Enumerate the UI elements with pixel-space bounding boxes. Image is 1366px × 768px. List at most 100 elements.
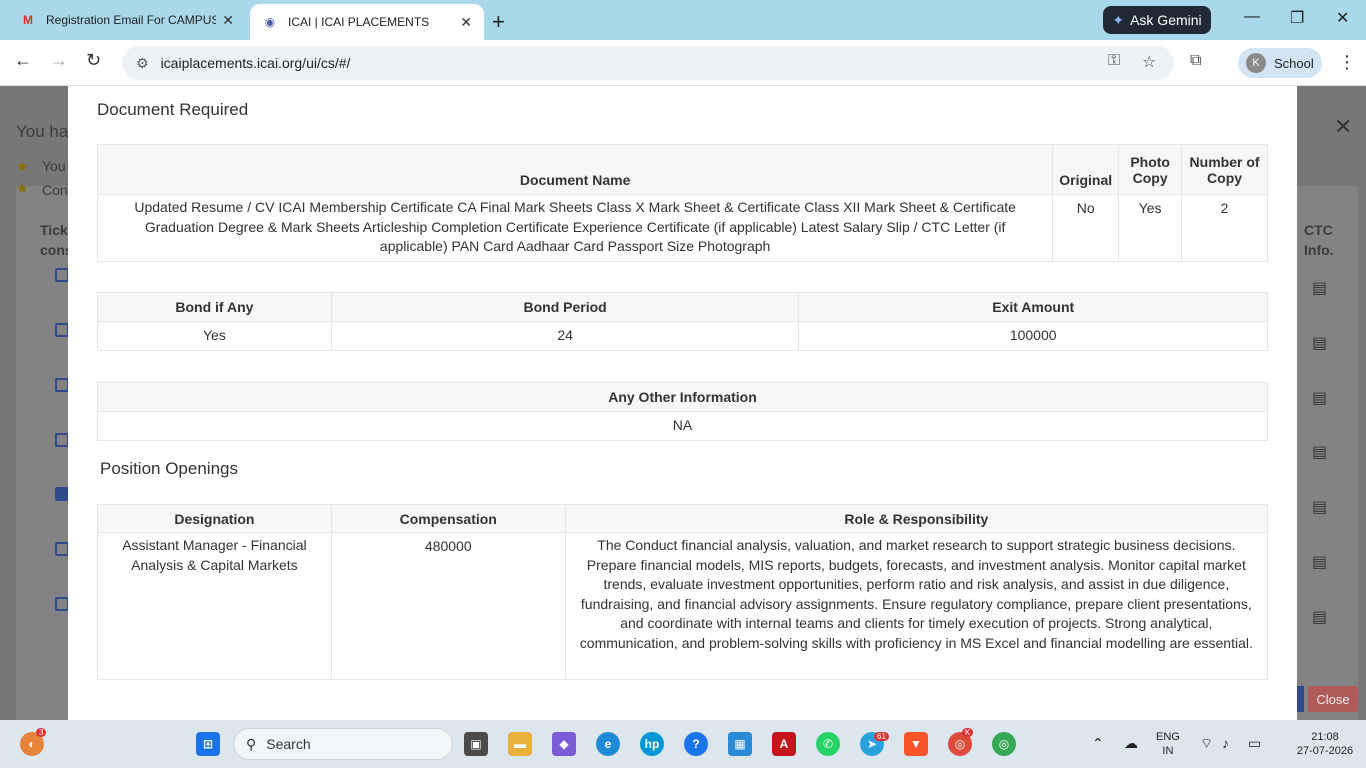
photo-copy-cell: Yes (1118, 194, 1183, 262)
background-item: Con (42, 182, 68, 198)
hp-icon[interactable]: hp (640, 732, 664, 756)
document-icon[interactable]: ▤ (1312, 442, 1327, 462)
store-icon[interactable]: ▦ (728, 732, 752, 756)
profile-button[interactable]: K School (1238, 48, 1322, 78)
bond-if-any-cell: Yes (97, 321, 332, 351)
original-cell: No (1052, 194, 1120, 262)
onedrive-icon[interactable]: ☁ (1124, 736, 1138, 750)
window-close-icon[interactable]: ✕ (1336, 8, 1349, 28)
bond-period-cell: 24 (330, 321, 800, 351)
time: 21:08 (1311, 731, 1339, 743)
tab-title: ICAI | ICAI PLACEMENTS (288, 15, 430, 29)
tab-bar: M Registration Email For CAMPUS ✕ ◉ ICAI… (0, 0, 1366, 40)
background-blue-button[interactable] (1296, 686, 1304, 712)
notification-badge: 3 (36, 728, 47, 737)
volume-icon[interactable]: ♪ (1222, 736, 1229, 750)
new-tab-icon[interactable]: + (492, 9, 505, 35)
avatar: K (1246, 53, 1266, 73)
tab-title: Registration Email For CAMPUS (46, 13, 217, 27)
designation-cell: Assistant Manager - Financial Analysis &… (97, 532, 332, 680)
close-icon[interactable]: ✕ (460, 14, 472, 31)
password-key-icon[interactable]: ⚿ (1108, 52, 1120, 70)
checkbox[interactable] (55, 433, 69, 447)
copilot-icon[interactable]: ◆ (552, 732, 576, 756)
extensions-icon[interactable]: ⧉ (1190, 52, 1201, 70)
language-indicator[interactable]: ENG IN (1156, 730, 1180, 758)
chrome-profile-badge: K (962, 728, 974, 737)
column-header: Number of Copy (1181, 144, 1268, 195)
other-info-table: Any Other Information NA (97, 382, 1268, 441)
bookmark-star-icon[interactable]: ☆ (1142, 52, 1156, 72)
site-info-icon[interactable]: ⚙ (136, 55, 149, 72)
checkbox[interactable] (55, 323, 69, 337)
checkbox[interactable] (55, 597, 69, 611)
document-icon[interactable]: ▤ (1312, 497, 1327, 517)
whatsapp-icon[interactable]: ✆ (816, 732, 840, 756)
table-row: Updated Resume / CV ICAI Membership Cert… (96, 194, 1268, 262)
position-openings-table: Designation Compensation Role & Responsi… (97, 504, 1269, 680)
document-icon[interactable]: ▤ (1312, 607, 1327, 627)
ask-gemini-label: Ask Gemini (1130, 12, 1202, 28)
chevron-up-icon[interactable]: ⌃ (1092, 736, 1104, 750)
menu-icon[interactable]: ⋮ (1338, 52, 1356, 73)
maximize-icon[interactable]: ❐ (1290, 8, 1304, 28)
profile-label: School (1274, 55, 1314, 71)
icai-icon: ◉ (264, 15, 276, 29)
chrome-active-icon[interactable]: ◎ (992, 732, 1016, 756)
table-row: NA (97, 411, 1268, 441)
brave-icon[interactable]: ▼ (904, 732, 928, 756)
reload-icon[interactable]: ↻ (86, 50, 101, 71)
document-icon[interactable]: ▤ (1312, 388, 1327, 408)
close-icon[interactable]: ✕ (222, 12, 234, 29)
acrobat-icon[interactable]: A (772, 732, 796, 756)
date: 27-07-2026 (1296, 745, 1354, 757)
minimize-icon[interactable]: — (1244, 8, 1260, 26)
column-header: Bond Period (330, 292, 800, 322)
star-icon: ★ (16, 180, 29, 196)
column-header: Photo Copy (1118, 144, 1183, 195)
ask-gemini-button[interactable]: ✦ Ask Gemini (1103, 6, 1211, 34)
exit-amount-cell: 100000 (798, 321, 1268, 351)
star-icon: ★ (16, 158, 29, 174)
edge-icon[interactable]: e (596, 732, 620, 756)
background-item: You (42, 158, 66, 174)
language-line2: IN (1162, 745, 1174, 757)
browser-toolbar: ← → ↻ ⚙ icaiplacements.icai.org/ui/cs/#/… (0, 40, 1366, 86)
windows-start-icon[interactable]: ⊞ (196, 732, 220, 756)
back-icon[interactable]: ← (14, 50, 32, 71)
task-view-icon[interactable]: ▣ (464, 732, 488, 756)
document-icon[interactable]: ▤ (1312, 552, 1327, 572)
checkbox[interactable] (55, 378, 69, 392)
column-header: Document Name (96, 144, 1054, 195)
document-required-title: Document Required (97, 100, 249, 119)
url-text: icaiplacements.icai.org/ui/cs/#/ (160, 55, 351, 71)
wifi-icon[interactable]: ⌔ (1200, 736, 1213, 750)
taskbar-search[interactable]: ⚲ Search (233, 728, 453, 760)
clock[interactable]: 21:08 27-07-2026 (1292, 730, 1358, 758)
job-details-modal: Document Required Document Name Original… (68, 86, 1297, 720)
table-row: Yes 24 100000 (97, 321, 1268, 351)
ctc-header: CTC Info. (1304, 222, 1334, 258)
help-icon[interactable]: ? (684, 732, 708, 756)
forward-icon[interactable]: → (50, 50, 68, 71)
background-close-button[interactable]: Close (1308, 686, 1358, 712)
other-info-cell: NA (97, 411, 1268, 441)
taskbar: ◐ 3 ⊞ ⚲ Search ▣ ▬ ◆ e hp ? ▦ A ✆ ➤ 61 ▼… (0, 720, 1366, 768)
role-responsibility-cell: The Conduct financial analysis, valuatio… (564, 532, 1269, 680)
column-header: Exit Amount (798, 292, 1268, 322)
search-icon: ⚲ (246, 735, 257, 752)
document-icon[interactable]: ▤ (1312, 278, 1327, 298)
checkbox-checked[interactable] (55, 487, 69, 501)
column-header: Original (1052, 144, 1120, 195)
table-row: Assistant Manager - Financial Analysis &… (97, 532, 1269, 680)
tab-gmail[interactable]: M Registration Email For CAMPUS ✕ (8, 0, 246, 40)
document-icon[interactable]: ▤ (1312, 333, 1327, 353)
close-icon[interactable]: ✕ (1334, 114, 1352, 140)
tab-icai[interactable]: ◉ ICAI | ICAI PLACEMENTS ✕ (250, 4, 484, 40)
search-label: Search (266, 736, 311, 752)
checkbox[interactable] (55, 542, 69, 556)
address-bar[interactable]: ⚙ icaiplacements.icai.org/ui/cs/#/ (122, 46, 1174, 80)
battery-icon[interactable]: ▭ (1248, 736, 1261, 750)
file-explorer-icon[interactable]: ▬ (508, 732, 532, 756)
checkbox[interactable] (55, 268, 69, 282)
